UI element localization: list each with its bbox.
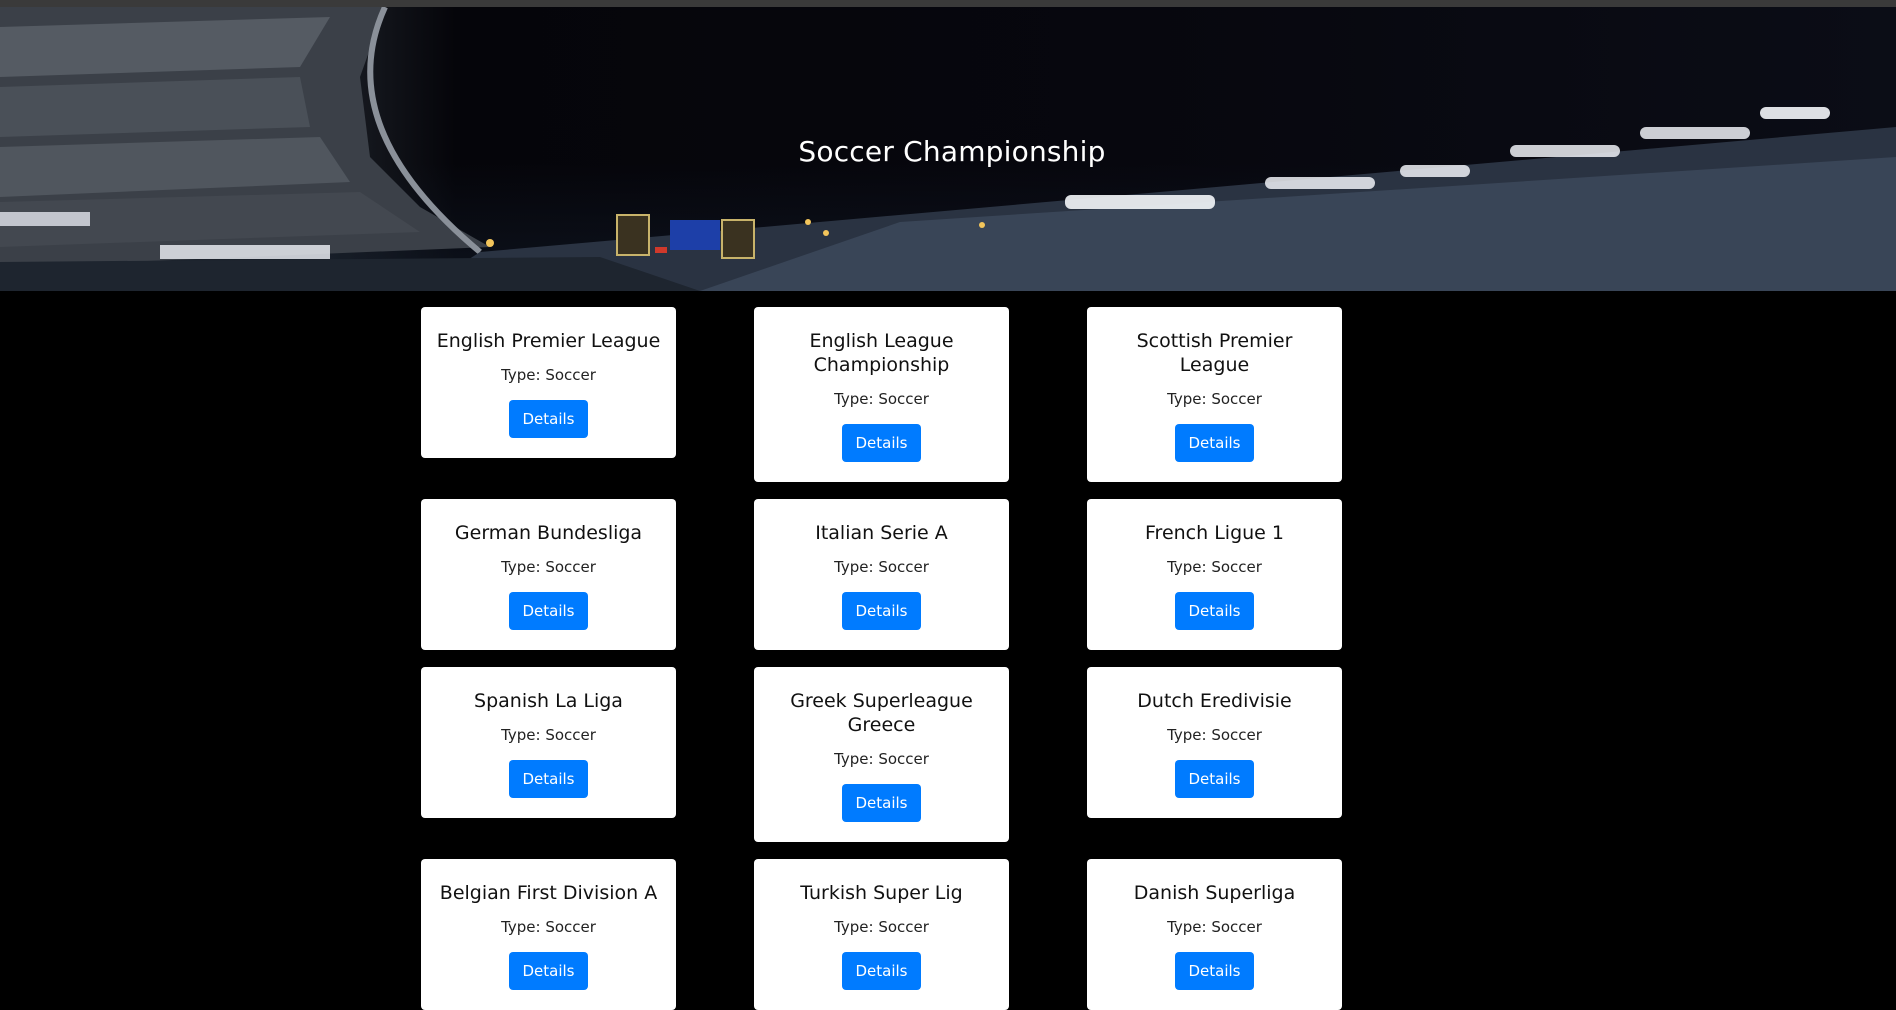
- league-card: Belgian First Division A Type: Soccer De…: [421, 859, 676, 1010]
- league-card: German Bundesliga Type: Soccer Details: [421, 499, 676, 650]
- league-type: Type: Soccer: [1167, 726, 1262, 744]
- details-button[interactable]: Details: [1175, 760, 1254, 798]
- details-button[interactable]: Details: [509, 592, 588, 630]
- details-button[interactable]: Details: [509, 952, 588, 990]
- league-type: Type: Soccer: [501, 366, 596, 384]
- league-card: Italian Serie A Type: Soccer Details: [754, 499, 1009, 650]
- league-name: Danish Superliga: [1133, 882, 1296, 904]
- details-button[interactable]: Details: [842, 424, 921, 462]
- league-name: Italian Serie A: [815, 522, 948, 544]
- league-type: Type: Soccer: [1167, 558, 1262, 576]
- league-type: Type: Soccer: [834, 918, 929, 936]
- details-button[interactable]: Details: [842, 592, 921, 630]
- league-type: Type: Soccer: [834, 390, 929, 408]
- league-type: Type: Soccer: [501, 726, 596, 744]
- league-card: Scottish Premier League Type: Soccer Det…: [1087, 307, 1342, 482]
- league-card-grid: English Premier League Type: Soccer Deta…: [421, 307, 1343, 1010]
- page-title: Soccer Championship: [798, 135, 1106, 168]
- league-name: Scottish Premier League: [1136, 330, 1293, 376]
- browser-top-strip: [0, 0, 1896, 7]
- league-card: Greek Superleague Greece Type: Soccer De…: [754, 667, 1009, 842]
- league-name: French Ligue 1: [1145, 522, 1284, 544]
- league-card: French Ligue 1 Type: Soccer Details: [1087, 499, 1342, 650]
- league-name: English League Championship: [809, 330, 954, 376]
- league-name: English Premier League: [436, 330, 661, 352]
- league-card: Spanish La Liga Type: Soccer Details: [421, 667, 676, 818]
- details-button[interactable]: Details: [1175, 424, 1254, 462]
- league-type: Type: Soccer: [1167, 918, 1262, 936]
- league-type: Type: Soccer: [834, 558, 929, 576]
- details-button[interactable]: Details: [509, 760, 588, 798]
- league-name: Belgian First Division A: [439, 882, 658, 904]
- league-card: Turkish Super Lig Type: Soccer Details: [754, 859, 1009, 1010]
- league-name: Dutch Eredivisie: [1137, 690, 1292, 712]
- league-type: Type: Soccer: [501, 918, 596, 936]
- league-card: English Premier League Type: Soccer Deta…: [421, 307, 676, 458]
- details-button[interactable]: Details: [1175, 592, 1254, 630]
- details-button[interactable]: Details: [1175, 952, 1254, 990]
- league-name: Greek Superleague Greece: [790, 690, 973, 736]
- details-button[interactable]: Details: [509, 400, 588, 438]
- league-type: Type: Soccer: [501, 558, 596, 576]
- details-button[interactable]: Details: [842, 952, 921, 990]
- league-card: English League Championship Type: Soccer…: [754, 307, 1009, 482]
- league-card: Danish Superliga Type: Soccer Details: [1087, 859, 1342, 1010]
- league-name: Turkish Super Lig: [800, 882, 963, 904]
- league-name: German Bundesliga: [454, 522, 643, 544]
- league-type: Type: Soccer: [1167, 390, 1262, 408]
- league-type: Type: Soccer: [834, 750, 929, 768]
- league-card: Dutch Eredivisie Type: Soccer Details: [1087, 667, 1342, 818]
- hero-banner: Soccer Championship: [0, 7, 1896, 291]
- league-name: Spanish La Liga: [474, 690, 623, 712]
- details-button[interactable]: Details: [842, 784, 921, 822]
